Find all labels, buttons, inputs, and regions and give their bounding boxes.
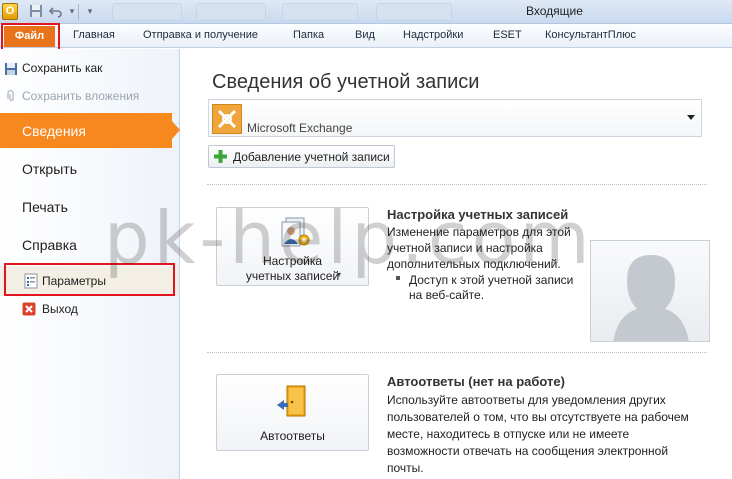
window-title: Входящие <box>526 4 583 18</box>
avatar[interactable] <box>590 240 710 342</box>
add-account-label: Добавление учетной записи <box>233 150 390 164</box>
tab-consultant-plus[interactable]: КонсультантПлюс <box>545 29 636 41</box>
chevron-down-icon <box>687 115 695 120</box>
avatar-silhouette-icon <box>613 255 689 341</box>
nav-exit[interactable]: Выход <box>42 302 78 316</box>
divider <box>207 352 707 353</box>
auto-reply-button[interactable]: Автоответы <box>216 374 369 451</box>
auto-reply-desc-1: Используйте автоответы для уведомления д… <box>387 393 666 407</box>
auto-reply-button-label: Автоответы <box>260 429 325 443</box>
exit-icon <box>22 302 36 316</box>
nav-active-arrow <box>172 121 180 139</box>
plus-icon <box>213 149 228 164</box>
auto-reply-desc-5: почты. <box>387 461 424 475</box>
web-access-link-cont[interactable]: на веб-сайте. <box>409 287 484 304</box>
account-selector[interactable]: Microsoft Exchange <box>208 99 702 137</box>
divider <box>207 184 707 185</box>
door-icon <box>275 383 311 419</box>
nav-save-attachments[interactable]: Сохранить вложения <box>22 89 139 103</box>
account-name: Microsoft Exchange <box>247 121 353 135</box>
nav-open[interactable]: Открыть <box>22 161 77 177</box>
nav-info-label: Сведения <box>22 123 86 139</box>
tab-home[interactable]: Главная <box>73 29 115 41</box>
title-bar: O ▾ ▾ Входящие <box>0 0 732 24</box>
outlook-app-icon[interactable]: O <box>2 3 18 20</box>
nav-help[interactable]: Справка <box>22 237 77 253</box>
qat-dropdown-icon[interactable]: ▾ <box>82 4 98 19</box>
nav-save-as[interactable]: Сохранить как <box>22 61 102 75</box>
ribbon-tab-bar: Файл Главная Отправка и получение Папка … <box>0 24 732 48</box>
tab-send-receive[interactable]: Отправка и получение <box>143 29 258 41</box>
undo-icon[interactable] <box>48 4 64 19</box>
page-title: Сведения об учетной записи <box>212 71 480 93</box>
exchange-icon <box>212 104 242 134</box>
add-account-button[interactable]: Добавление учетной записи <box>208 145 395 168</box>
taskbar-tab-blurred <box>376 3 452 21</box>
watermark: pk-help.com <box>104 196 594 280</box>
qat-separator <box>78 4 79 20</box>
tab-folder[interactable]: Папка <box>293 29 324 41</box>
nav-print[interactable]: Печать <box>22 199 68 215</box>
taskbar-tab-blurred <box>282 3 358 21</box>
tab-view[interactable]: Вид <box>355 29 375 41</box>
save-attachments-icon <box>4 89 18 103</box>
taskbar-tab-blurred <box>112 3 182 21</box>
tab-addins[interactable]: Надстройки <box>403 29 463 41</box>
file-tab-highlight <box>1 23 60 51</box>
auto-reply-title: Автоответы (нет на работе) <box>387 374 565 389</box>
auto-reply-desc-3: месте, находитесь в отпуске или не имеет… <box>387 427 630 441</box>
save-icon[interactable] <box>28 4 44 19</box>
taskbar-tab-blurred <box>196 3 266 21</box>
auto-reply-desc-4: возможности отвечать на сообщения электр… <box>387 444 669 458</box>
auto-reply-desc-2: пользователей о том, что вы отсутствуете… <box>387 410 689 424</box>
save-as-icon <box>4 62 18 76</box>
tab-eset[interactable]: ESET <box>493 29 522 41</box>
